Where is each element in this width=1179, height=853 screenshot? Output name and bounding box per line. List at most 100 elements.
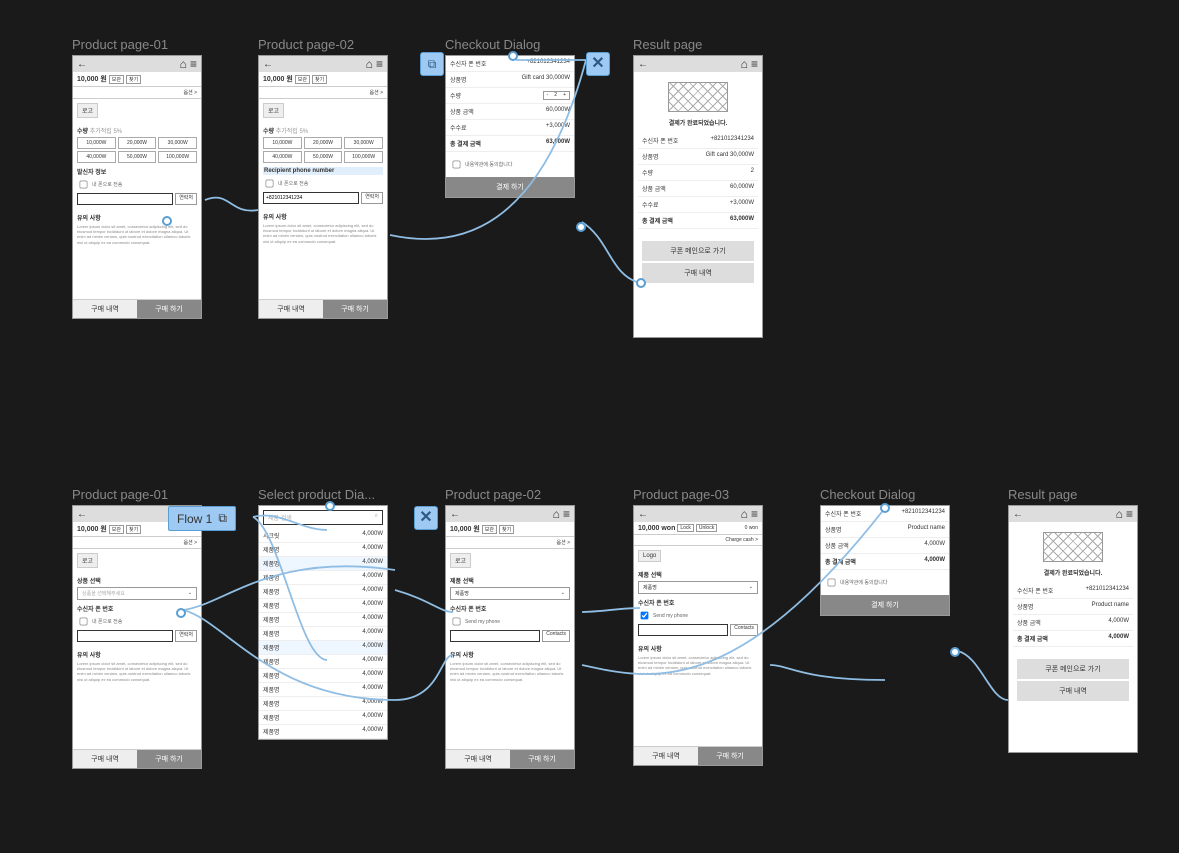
phone-input[interactable] (77, 630, 173, 642)
history-button[interactable]: 구매 내역 (1017, 681, 1129, 701)
send-my-phone-checkbox[interactable] (453, 618, 461, 626)
unlock-button[interactable]: 찾기 (499, 525, 514, 534)
history-button[interactable]: 구매 내역 (259, 300, 323, 318)
back-icon[interactable] (638, 508, 648, 520)
copy-icon[interactable]: ⧉ (420, 52, 444, 76)
close-icon[interactable]: ✕ (414, 506, 438, 530)
history-button[interactable]: 구매 내역 (73, 750, 137, 768)
home-icon[interactable] (366, 59, 373, 71)
amount-button[interactable]: 10,000W (77, 137, 116, 149)
home-icon[interactable] (553, 509, 560, 521)
list-item[interactable]: 시크릿4,000W (259, 529, 387, 543)
option-row[interactable]: 옵션 > (73, 87, 201, 99)
unlock-button[interactable]: 찾기 (126, 525, 141, 534)
buy-button[interactable]: 구매 하기 (323, 300, 387, 318)
amount-button[interactable]: 100,000W (344, 151, 383, 163)
lock-button[interactable]: 보관 (482, 525, 497, 534)
back-icon[interactable] (77, 58, 87, 70)
list-item[interactable]: 제품명4,000W (259, 655, 387, 669)
terms-checkbox[interactable] (828, 579, 836, 587)
back-icon[interactable] (263, 58, 273, 70)
lock-button[interactable]: 보관 (109, 525, 124, 534)
lock-button[interactable]: 보관 (109, 75, 124, 84)
home-icon[interactable] (1116, 509, 1123, 521)
copy-icon[interactable]: ⧉ (218, 511, 227, 526)
coupon-main-button[interactable]: 쿠폰 메인으로 가기 (642, 241, 754, 261)
list-item[interactable]: 제품명4,000W (259, 725, 387, 739)
send-my-phone-checkbox[interactable] (80, 618, 88, 626)
send-my-phone-checkbox[interactable] (641, 612, 649, 620)
flow-badge[interactable]: Flow 1 ⧉ (168, 506, 236, 531)
buy-button[interactable]: 구매 하기 (137, 750, 201, 768)
list-item[interactable]: 제품명4,000W (259, 669, 387, 683)
history-button[interactable]: 구매 내역 (634, 747, 698, 765)
buy-button[interactable]: 구매 하기 (510, 750, 574, 768)
amount-button[interactable]: 20,000W (304, 137, 343, 149)
phone-input[interactable] (263, 192, 359, 204)
amount-button[interactable]: 10,000W (263, 137, 302, 149)
search-icon[interactable]: ⌕ (375, 513, 378, 522)
list-item[interactable]: 제품명4,000W (259, 585, 387, 599)
terms-checkbox[interactable] (453, 161, 461, 169)
checkout-button[interactable]: 결제 하기 (821, 595, 949, 615)
menu-icon[interactable] (563, 509, 570, 521)
history-button[interactable]: 구매 내역 (73, 300, 137, 318)
list-item[interactable]: 제품명4,000W (259, 613, 387, 627)
amount-button[interactable]: 30,000W (344, 137, 383, 149)
amount-button[interactable]: 50,000W (118, 151, 157, 163)
list-item[interactable]: 제품명4,000W (259, 683, 387, 697)
close-icon[interactable]: ✕ (586, 52, 610, 76)
contacts-button[interactable]: 연락처 (175, 630, 197, 642)
back-icon[interactable] (77, 508, 87, 520)
option-row[interactable]: 옵션 > (259, 87, 387, 99)
history-button[interactable]: 구매 내역 (642, 263, 754, 283)
product-select-dropdown[interactable]: 제품명⌄ (450, 587, 570, 600)
product-select-dropdown[interactable]: 상품을 선택해주세요⌄ (77, 587, 197, 600)
qty-stepper[interactable]: -2+ (543, 91, 570, 100)
phone-input[interactable] (638, 624, 728, 636)
phone-input[interactable] (77, 193, 173, 205)
back-icon[interactable] (450, 508, 460, 520)
search-placeholder[interactable]: 제품 검색 (268, 513, 292, 522)
home-icon[interactable] (741, 509, 748, 521)
home-icon[interactable] (180, 59, 187, 71)
home-icon[interactable] (741, 59, 748, 71)
amount-button[interactable]: 40,000W (263, 151, 302, 163)
charge-cash-row[interactable]: Charge cash > (634, 535, 762, 546)
amount-button[interactable]: 50,000W (304, 151, 343, 163)
buy-button[interactable]: 구매 하기 (137, 300, 201, 318)
lock-button[interactable]: Lock (677, 524, 694, 532)
unlock-button[interactable]: 찾기 (126, 75, 141, 84)
contacts-button[interactable]: Contacts (730, 624, 758, 636)
amount-button[interactable]: 40,000W (77, 151, 116, 163)
checkout-button[interactable]: 결제 하기 (446, 177, 574, 197)
amount-button[interactable]: 100,000W (158, 151, 197, 163)
list-item[interactable]: 제품명4,000W (259, 711, 387, 725)
contacts-button[interactable]: 연락처 (361, 192, 383, 204)
unlock-button[interactable]: 찾기 (312, 75, 327, 84)
back-icon[interactable] (638, 58, 648, 70)
list-item[interactable]: 제품명4,000W (259, 627, 387, 641)
menu-icon[interactable] (376, 59, 383, 71)
option-row[interactable]: 옵션 > (446, 537, 574, 549)
coupon-main-button[interactable]: 쿠폰 메인으로 가기 (1017, 659, 1129, 679)
send-my-phone-checkbox[interactable] (266, 180, 274, 188)
send-my-phone-checkbox[interactable] (80, 181, 88, 189)
menu-icon[interactable] (190, 59, 197, 71)
phone-input[interactable] (450, 630, 540, 642)
amount-button[interactable]: 30,000W (158, 137, 197, 149)
list-item[interactable]: 제품명4,000W (259, 557, 387, 571)
product-select-dropdown[interactable]: 제품명⌄ (638, 581, 758, 594)
list-item[interactable]: 제품명4,000W (259, 543, 387, 557)
list-item[interactable]: 제품명4,000W (259, 571, 387, 585)
contacts-button[interactable]: 연락처 (175, 193, 197, 205)
buy-button[interactable]: 구매 하기 (698, 747, 762, 765)
menu-icon[interactable] (751, 509, 758, 521)
list-item[interactable]: 제품명4,000W (259, 641, 387, 655)
contacts-button[interactable]: Contacts (542, 630, 570, 642)
list-item[interactable]: 제품명4,000W (259, 599, 387, 613)
menu-icon[interactable] (1126, 509, 1133, 521)
lock-button[interactable]: 보관 (295, 75, 310, 84)
list-item[interactable]: 제품명4,000W (259, 697, 387, 711)
history-button[interactable]: 구매 내역 (446, 750, 510, 768)
